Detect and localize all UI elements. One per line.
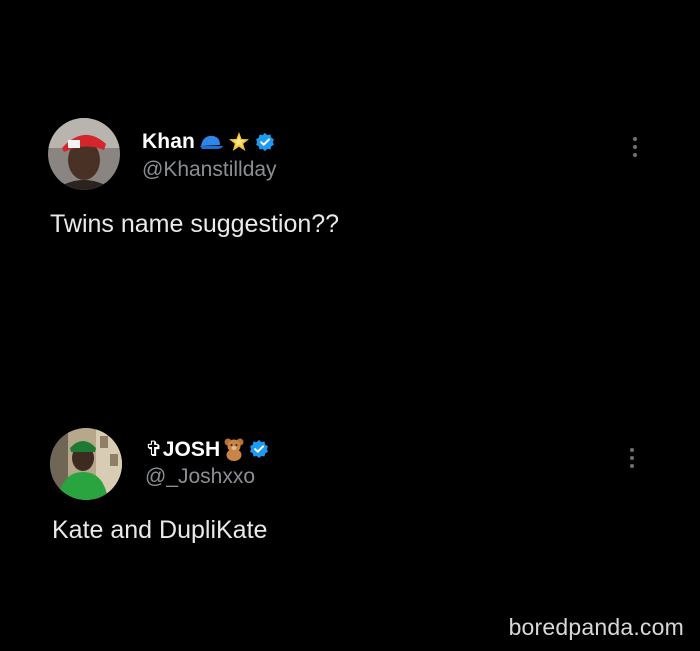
avatar[interactable] xyxy=(50,428,122,500)
more-options-icon[interactable] xyxy=(625,132,645,162)
blue-cap-emoji-icon xyxy=(198,133,224,151)
avatar[interactable] xyxy=(48,118,120,190)
display-name[interactable]: ✞JOSH xyxy=(145,437,220,462)
display-name[interactable]: Khan xyxy=(142,130,195,154)
handle[interactable]: @_Joshxxo xyxy=(145,465,269,489)
verified-badge-icon xyxy=(255,132,275,152)
more-options-icon[interactable] xyxy=(622,443,642,473)
glowing-star-emoji-icon xyxy=(227,130,251,154)
user-info: ✞JOSH @_Joshxxo xyxy=(145,435,269,489)
teddy-bear-emoji-icon xyxy=(223,437,245,461)
verified-badge-icon xyxy=(249,439,269,459)
tweet-text: Kate and DupliKate xyxy=(52,516,268,544)
tweet-text: Twins name suggestion?? xyxy=(50,210,340,238)
handle[interactable]: @Khanstillday xyxy=(142,158,277,182)
watermark: boredpanda.com xyxy=(508,614,684,640)
user-info: Khan @Khanstillday xyxy=(142,128,277,182)
